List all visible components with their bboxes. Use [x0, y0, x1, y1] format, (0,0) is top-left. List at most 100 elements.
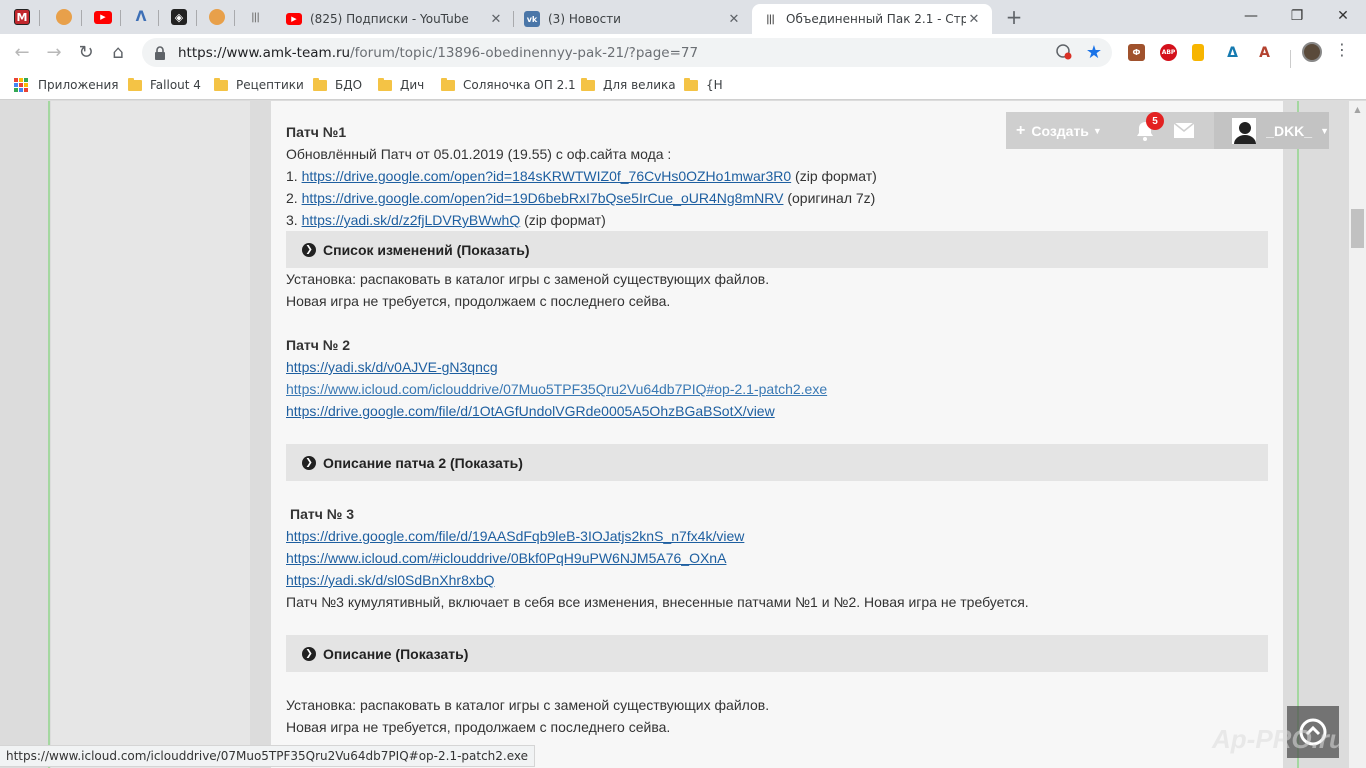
adblock-plus-icon[interactable]: ABP: [1160, 44, 1177, 61]
pinned-tab-youtube[interactable]: ▶: [85, 4, 121, 30]
bookmark-h[interactable]: {Н: [684, 76, 723, 94]
patch2-link-2[interactable]: https://www.icloud.com/iclouddrive/07Muo…: [286, 381, 827, 397]
bookmark-recipes[interactable]: Рецептики: [214, 76, 304, 94]
create-button[interactable]: + Создать ▼: [1006, 112, 1116, 149]
menu-kebab-icon[interactable]: ⋮: [1334, 40, 1350, 59]
caret-down-icon: ▼: [1092, 125, 1102, 136]
vk-icon: vk: [524, 11, 540, 27]
dark-logo-icon: ◈: [171, 9, 187, 25]
amk-m-icon: M: [14, 9, 30, 25]
home-button[interactable]: ⌂: [104, 38, 132, 66]
close-window-button[interactable]: ✕: [1320, 0, 1366, 32]
pinned-tab-dark[interactable]: ◈: [161, 4, 197, 30]
install-instructions: Установка: распаковать в каталог игры с …: [286, 697, 770, 713]
bookmark-bdo[interactable]: БДО: [313, 76, 362, 94]
close-icon[interactable]: ✕: [966, 11, 982, 27]
close-icon[interactable]: ✕: [488, 11, 504, 27]
create-label: Создать: [1031, 122, 1089, 139]
amk-stripes-icon: |||: [251, 11, 260, 23]
bookmark-dich[interactable]: Дич: [378, 76, 424, 94]
close-icon[interactable]: ✕: [726, 11, 742, 27]
page-border-right: [1297, 101, 1299, 768]
pinned-tab-blue[interactable]: Λ: [123, 4, 159, 30]
patch3-link-row: https://drive.google.com/file/d/19AASdFq…: [286, 525, 744, 547]
bookmark-apps[interactable]: Приложения: [14, 76, 119, 94]
folder-icon: [684, 77, 698, 91]
folder-icon: [378, 77, 392, 91]
patch2-link-1[interactable]: https://yadi.sk/d/v0AJVE-gN3qncg: [286, 359, 498, 375]
bookmark-label: Приложения: [38, 78, 119, 92]
apps-grid-icon: [14, 78, 28, 92]
bookmark-label: {Н: [706, 78, 723, 92]
patch2-link-3[interactable]: https://drive.google.com/file/d/1OtAGfUn…: [286, 403, 775, 419]
tab-youtube-subscriptions[interactable]: ▶ (825) Подписки - YouTube ✕: [276, 4, 514, 34]
blue-logo-icon: Λ: [135, 9, 147, 25]
patch2-link-row: https://yadi.sk/d/v0AJVE-gN3qncg: [286, 356, 498, 378]
youtube-icon: ▶: [286, 13, 302, 25]
patch1-desc: Обновлённый Патч от 05.01.2019 (19.55) с…: [286, 146, 672, 162]
patch1-link-2[interactable]: https://drive.google.com/open?id=19D6beb…: [302, 190, 784, 206]
forum-author-column: [51, 101, 250, 768]
newgame-note: Новая игра не требуется, продолжаем с по…: [286, 719, 671, 735]
bookmark-flag-icon[interactable]: [1192, 44, 1204, 61]
anime-avatar-icon: [56, 9, 72, 25]
patch1-link-1[interactable]: https://drive.google.com/open?id=184sKRW…: [302, 168, 792, 184]
chevron-right-icon: ❯: [302, 646, 316, 661]
patch3-link-row: https://yadi.sk/d/sl0SdBnXhr8xbQ: [286, 569, 495, 591]
scrollbar-thumb[interactable]: [1351, 209, 1364, 248]
patch3-link-2[interactable]: https://www.icloud.com/#iclouddrive/0Bkf…: [286, 550, 726, 566]
browser-toolbar: ← → ↻ ⌂ https://www.amk-team.ru/forum/to…: [0, 34, 1366, 70]
spoiler-description[interactable]: ❯ Описание (Показать): [286, 635, 1268, 672]
tab-vk-news[interactable]: vk (3) Новости ✕: [514, 4, 752, 34]
pinned-tab-amk-forum[interactable]: |||: [237, 4, 273, 30]
spoiler-changelog[interactable]: ❯ Список изменений (Показать): [286, 231, 1268, 268]
bookmark-label: Рецептики: [236, 78, 304, 92]
bookmark-star-icon[interactable]: ★: [1086, 42, 1102, 63]
pinned-tab-anime-2[interactable]: [199, 4, 235, 30]
folder-icon: [214, 77, 228, 91]
user-menu[interactable]: _DKK_ ▼: [1214, 112, 1329, 149]
patch1-title: Патч №1: [286, 124, 347, 140]
pdf-ext-icon[interactable]: A: [1256, 44, 1273, 61]
bookmark-fallout4[interactable]: Fallout 4: [128, 76, 201, 94]
bookmark-bike[interactable]: Для велика: [581, 76, 676, 94]
url-text: https://www.amk-team.ru/forum/topic/1389…: [178, 44, 699, 61]
page-viewport: Патч №1 Обновлённый Патч от 05.01.2019 (…: [0, 101, 1349, 768]
anime-avatar-icon: [209, 9, 225, 25]
notification-badge: 5: [1146, 112, 1164, 130]
blocked-content-icon[interactable]: [1056, 44, 1072, 63]
bookmark-solyanochka[interactable]: Соляночка ОП 2.1: [441, 76, 576, 94]
tab-title: (3) Новости: [548, 12, 621, 26]
pinned-tab-anime[interactable]: [46, 4, 82, 30]
page-scrollbar[interactable]: ▲: [1349, 101, 1366, 768]
bookmark-label: Для велика: [603, 78, 676, 92]
patch1-link-row: 2. https://drive.google.com/open?id=19D6…: [286, 190, 876, 206]
patch3-link-1[interactable]: https://drive.google.com/file/d/19AASdFq…: [286, 528, 744, 544]
patch3-title: Патч № 3: [290, 506, 355, 522]
tab-amk-forum-active[interactable]: ||| Объединенный Пак 2.1 - Страница 77 ✕: [752, 4, 992, 34]
patch1-link-3[interactable]: https://yadi.sk/d/z2fjLDVRyBWwhQ: [302, 212, 521, 228]
minimize-button[interactable]: —: [1228, 0, 1274, 32]
scroll-up-arrow-icon[interactable]: ▲: [1349, 101, 1366, 118]
folder-icon: [313, 77, 327, 91]
watermark: Ap-PRO.ru: [1212, 724, 1345, 754]
pinned-tab-amk[interactable]: M: [4, 4, 40, 30]
delta-ext-icon[interactable]: Δ: [1224, 44, 1241, 61]
spoiler-patch2-description[interactable]: ❯ Описание патча 2 (Показать): [286, 444, 1268, 481]
patch3-link-3[interactable]: https://yadi.sk/d/sl0SdBnXhr8xbQ: [286, 572, 495, 588]
patch1-link-row: 1. https://drive.google.com/open?id=184s…: [286, 168, 877, 184]
spoiler-label: Описание патча 2 (Показать): [323, 454, 523, 471]
translate-ext-icon[interactable]: Ф: [1128, 44, 1145, 61]
back-button[interactable]: ←: [8, 38, 36, 66]
mail-icon[interactable]: [1173, 122, 1195, 138]
youtube-icon: ▶: [94, 10, 112, 24]
plus-icon: +: [1016, 121, 1026, 139]
patch3-link-row: https://www.icloud.com/#iclouddrive/0Bkf…: [286, 547, 726, 569]
reload-button[interactable]: ↻: [72, 38, 100, 66]
profile-avatar[interactable]: [1302, 42, 1322, 62]
address-bar[interactable]: https://www.amk-team.ru/forum/topic/1389…: [142, 38, 1112, 67]
maximize-button[interactable]: ❐: [1274, 0, 1320, 32]
forward-button[interactable]: →: [40, 38, 68, 66]
new-tab-button[interactable]: +: [1003, 5, 1025, 29]
patch2-link-row: https://www.icloud.com/iclouddrive/07Muo…: [286, 378, 827, 400]
